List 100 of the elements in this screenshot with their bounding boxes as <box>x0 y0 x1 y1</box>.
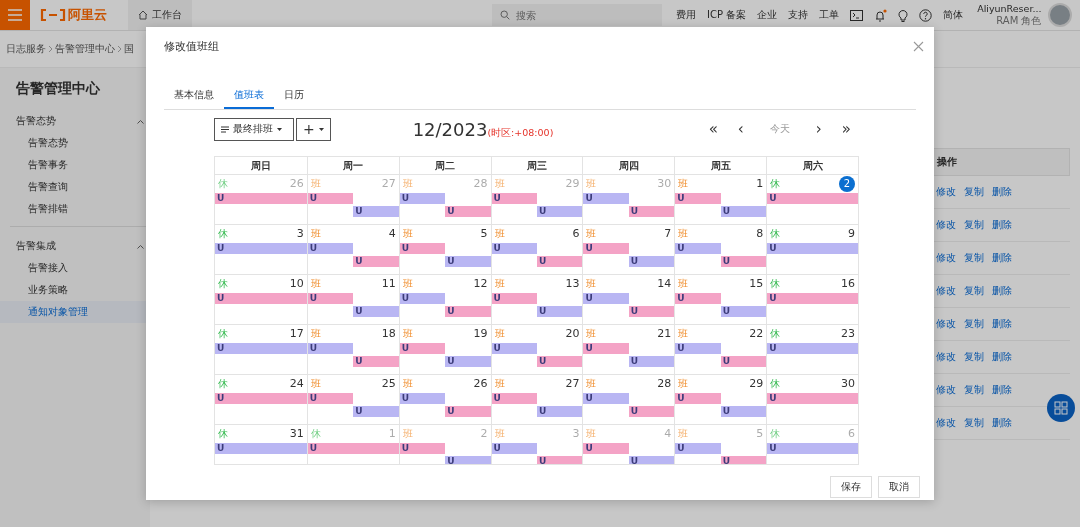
shift-bar[interactable]: U <box>445 256 491 267</box>
action-link[interactable]: 复制 <box>964 185 984 199</box>
add-dropdown[interactable]: + <box>296 117 331 141</box>
day-cell[interactable]: 休 24 U <box>215 375 307 425</box>
bell-icon[interactable] <box>874 8 888 22</box>
shift-bar[interactable]: U <box>628 456 675 464</box>
apps-button[interactable] <box>1047 394 1075 422</box>
shift-bar[interactable]: U <box>720 306 767 317</box>
shift-bar[interactable]: U <box>215 193 307 204</box>
action-link[interactable]: 复制 <box>964 383 984 397</box>
help-icon[interactable] <box>919 8 933 22</box>
user-name[interactable]: AliyunReser... <box>977 3 1042 15</box>
day-cell[interactable]: 休 17 U <box>215 325 307 375</box>
shift-bar[interactable]: U <box>399 293 446 304</box>
view-dropdown[interactable]: 最终排班 <box>214 117 294 141</box>
shift-bar[interactable]: U <box>353 206 399 217</box>
action-link[interactable]: 修改 <box>936 350 956 364</box>
shift-bar[interactable]: U <box>445 406 491 417</box>
action-link[interactable]: 删除 <box>992 218 1012 232</box>
day-cell[interactable]: 班 30 U U <box>582 175 675 225</box>
shift-bar[interactable]: U <box>491 293 537 304</box>
shift-bar[interactable]: U <box>215 443 307 454</box>
shift-bar[interactable]: U <box>583 393 629 404</box>
shift-bar[interactable]: U <box>307 343 354 354</box>
shift-bar[interactable]: U <box>628 206 675 217</box>
shift-bar[interactable]: U <box>583 193 629 204</box>
action-link[interactable]: 删除 <box>992 251 1012 265</box>
shift-bar[interactable]: U <box>399 193 446 204</box>
shift-bar[interactable]: U <box>767 443 858 454</box>
shift-bar[interactable]: U <box>537 406 583 417</box>
day-cell[interactable]: 休 9 U <box>766 225 858 275</box>
top-link[interactable]: 企业 <box>757 8 778 22</box>
day-cell[interactable]: 班 28 U U <box>582 375 675 425</box>
shift-bar[interactable]: U <box>583 343 629 354</box>
shift-bar[interactable]: U <box>307 193 354 204</box>
shift-bar[interactable]: U <box>628 306 675 317</box>
day-cell[interactable]: 班 5 U U <box>398 225 491 275</box>
day-cell[interactable]: 班 28 U U <box>398 175 491 225</box>
day-cell[interactable]: 休 26 U <box>215 175 307 225</box>
shift-bar[interactable]: U <box>491 343 537 354</box>
day-cell[interactable]: 班 25 U U <box>306 375 399 425</box>
shift-bar[interactable]: U <box>307 393 354 404</box>
day-cell[interactable]: 班 14 U U <box>582 275 675 325</box>
terminal-icon[interactable] <box>850 9 864 21</box>
day-cell[interactable]: 休 30 U <box>766 375 858 425</box>
tab[interactable]: 值班表 <box>224 88 274 109</box>
shift-bar[interactable]: U <box>628 356 675 367</box>
shift-bar[interactable]: U <box>215 293 307 304</box>
shift-bar[interactable]: U <box>215 343 307 354</box>
action-link[interactable]: 复制 <box>964 416 984 430</box>
sidebar-group[interactable]: 告警态势 <box>0 110 150 132</box>
tab[interactable]: 日历 <box>274 88 314 109</box>
day-cell[interactable]: 班 26 U U <box>398 375 491 425</box>
day-cell[interactable]: 休 31 U <box>215 425 307 464</box>
nav-button[interactable]: » <box>833 120 859 138</box>
shift-bar[interactable]: U <box>675 293 721 304</box>
top-link[interactable]: 费用 <box>676 8 696 22</box>
action-link[interactable]: 复制 <box>964 251 984 265</box>
nav-button[interactable]: ‹ <box>729 120 752 138</box>
day-cell[interactable]: 班 4 U U <box>306 225 399 275</box>
shift-bar[interactable]: U <box>675 193 721 204</box>
day-cell[interactable]: 休 23 U <box>766 325 858 375</box>
day-cell[interactable]: 班 5 U U <box>674 425 767 464</box>
action-link[interactable]: 修改 <box>936 284 956 298</box>
shift-bar[interactable]: U <box>537 256 583 267</box>
day-cell[interactable]: 班 21 U U <box>582 325 675 375</box>
shift-bar[interactable]: U <box>537 356 583 367</box>
day-cell[interactable]: 班 22 U U <box>674 325 767 375</box>
action-link[interactable]: 删除 <box>992 317 1012 331</box>
shift-bar[interactable]: U <box>583 443 629 454</box>
day-cell[interactable]: 班 8 U U <box>674 225 767 275</box>
shift-bar[interactable]: U <box>767 243 858 254</box>
action-link[interactable]: 修改 <box>936 251 956 265</box>
shift-bar[interactable]: U <box>445 206 491 217</box>
shift-bar[interactable]: U <box>399 243 446 254</box>
shift-bar[interactable]: U <box>767 193 858 204</box>
action-link[interactable]: 删除 <box>992 383 1012 397</box>
bulb-icon[interactable] <box>898 8 909 22</box>
sidebar-item[interactable]: 告警排错 <box>0 198 150 220</box>
day-cell[interactable]: 班 12 U U <box>398 275 491 325</box>
top-link[interactable]: ICP 备案 <box>707 8 747 22</box>
language-menu[interactable]: 简体 <box>943 8 964 22</box>
shift-bar[interactable]: U <box>353 406 399 417</box>
action-link[interactable]: 修改 <box>936 383 956 397</box>
day-cell[interactable]: 休 1 U <box>306 425 399 464</box>
day-cell[interactable]: 班 4 U U <box>582 425 675 464</box>
action-link[interactable]: 删除 <box>992 185 1012 199</box>
day-cell[interactable]: 休 10 U <box>215 275 307 325</box>
day-cell[interactable]: 班 3 U U <box>490 425 583 464</box>
workbench-button[interactable]: 工作台 <box>128 0 192 30</box>
shift-bar[interactable]: U <box>583 243 629 254</box>
shift-bar[interactable]: U <box>399 343 446 354</box>
day-cell[interactable]: 班 15 U U <box>674 275 767 325</box>
day-cell[interactable]: 班 7 U U <box>582 225 675 275</box>
shift-bar[interactable]: U <box>399 393 446 404</box>
sidebar-item[interactable]: 告警接入 <box>0 257 150 279</box>
shift-bar[interactable]: U <box>675 443 721 454</box>
nav-button[interactable]: › <box>807 120 830 138</box>
shift-bar[interactable]: U <box>491 243 537 254</box>
shift-bar[interactable]: U <box>628 406 675 417</box>
